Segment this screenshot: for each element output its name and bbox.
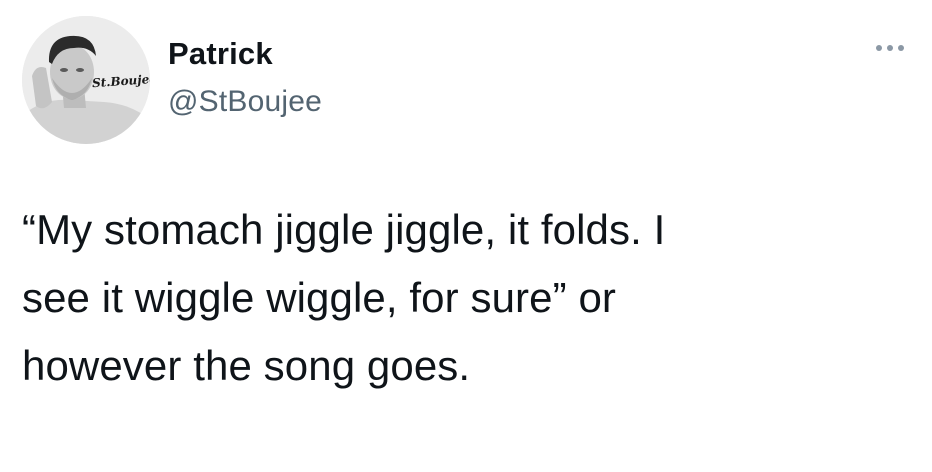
- tweet-text: “My stomach jiggle jiggle, it folds. I s…: [22, 206, 666, 389]
- more-horizontal-icon-dot: [898, 45, 904, 51]
- more-horizontal-icon-dot: [887, 45, 893, 51]
- author-name[interactable]: Patrick: [168, 36, 273, 72]
- more-horizontal-icon: [876, 45, 882, 51]
- avatar[interactable]: St.Boujee: [22, 16, 150, 144]
- tweet-card: St.Boujee Patrick @StBoujee “My stomach …: [0, 0, 932, 472]
- author-handle[interactable]: @StBoujee: [168, 85, 322, 119]
- more-options-button[interactable]: [870, 36, 910, 60]
